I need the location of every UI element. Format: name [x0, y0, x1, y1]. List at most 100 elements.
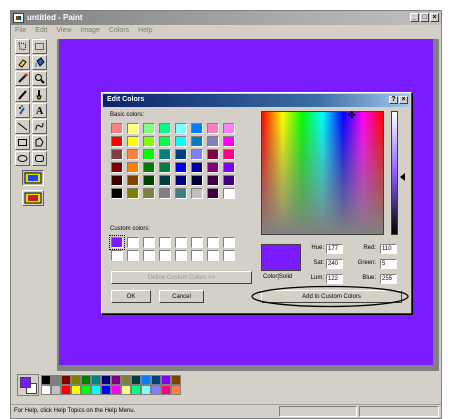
- luminosity-bar[interactable]: [391, 111, 398, 235]
- basic-color-swatch-45[interactable]: [191, 188, 203, 199]
- line-tool[interactable]: [15, 119, 30, 134]
- palette-color-9[interactable]: [131, 375, 141, 385]
- hue-field[interactable]: 177: [326, 244, 343, 254]
- basic-color-swatch-6[interactable]: [207, 123, 219, 134]
- minimize-button[interactable]: _: [410, 13, 419, 22]
- sat-field[interactable]: 240: [326, 259, 343, 269]
- palette-color-24[interactable]: [141, 385, 151, 395]
- palette-color-21[interactable]: [111, 385, 121, 395]
- palette-color-17[interactable]: [71, 385, 81, 395]
- basic-color-swatch-2[interactable]: [143, 123, 155, 134]
- basic-color-swatch-0[interactable]: [111, 123, 123, 134]
- palette-color-12[interactable]: [161, 375, 171, 385]
- custom-color-swatch-13[interactable]: [191, 250, 203, 261]
- palette-color-20[interactable]: [101, 385, 111, 395]
- basic-color-swatch-12[interactable]: [175, 136, 187, 147]
- basic-color-swatch-28[interactable]: [175, 162, 187, 173]
- palette-color-13[interactable]: [171, 375, 181, 385]
- palette-color-5[interactable]: [91, 375, 101, 385]
- palette-color-23[interactable]: [131, 385, 141, 395]
- palette-color-7[interactable]: [111, 375, 121, 385]
- palette-color-16[interactable]: [61, 385, 71, 395]
- custom-color-swatch-5[interactable]: [191, 237, 203, 248]
- basic-color-swatch-44[interactable]: [175, 188, 187, 199]
- curve-tool[interactable]: [32, 119, 47, 134]
- basic-color-swatch-29[interactable]: [191, 162, 203, 173]
- menu-image[interactable]: Image: [76, 26, 104, 38]
- custom-color-swatch-9[interactable]: [127, 250, 139, 261]
- palette-color-18[interactable]: [81, 385, 91, 395]
- text-tool[interactable]: A: [32, 103, 47, 118]
- lum-field[interactable]: 122: [326, 274, 343, 284]
- basic-color-swatch-31[interactable]: [223, 162, 235, 173]
- custom-color-swatch-12[interactable]: [175, 250, 187, 261]
- menu-file[interactable]: File: [11, 26, 31, 38]
- custom-color-swatch-0[interactable]: [109, 235, 125, 250]
- palette-color-15[interactable]: [51, 385, 61, 395]
- basic-color-swatch-11[interactable]: [159, 136, 171, 147]
- menu-edit[interactable]: Edit: [31, 26, 52, 38]
- basic-color-swatch-47[interactable]: [223, 188, 235, 199]
- blue-field[interactable]: 255: [380, 274, 397, 284]
- color-spectrum[interactable]: [261, 111, 384, 235]
- rounded-rectangle-tool[interactable]: [32, 151, 47, 166]
- basic-color-swatch-10[interactable]: [143, 136, 155, 147]
- pencil-tool[interactable]: [15, 87, 30, 102]
- palette-color-6[interactable]: [101, 375, 111, 385]
- custom-color-swatch-2[interactable]: [143, 237, 155, 248]
- basic-color-swatch-20[interactable]: [175, 149, 187, 160]
- fill-tool[interactable]: [32, 55, 47, 70]
- basic-color-swatch-3[interactable]: [159, 123, 171, 134]
- basic-color-swatch-14[interactable]: [207, 136, 219, 147]
- custom-color-swatch-3[interactable]: [159, 237, 171, 248]
- green-field[interactable]: 5: [380, 259, 397, 269]
- fill-style-option-2[interactable]: [22, 190, 44, 206]
- maximize-button[interactable]: □: [420, 13, 429, 22]
- basic-color-swatch-4[interactable]: [175, 123, 187, 134]
- eraser-tool[interactable]: [15, 55, 30, 70]
- fill-style-option-1[interactable]: [22, 170, 44, 186]
- basic-color-swatch-16[interactable]: [111, 149, 123, 160]
- free-form-select-tool[interactable]: [15, 39, 30, 54]
- palette-color-11[interactable]: [151, 375, 161, 385]
- palette-color-19[interactable]: [91, 385, 101, 395]
- menu-help[interactable]: Help: [134, 26, 157, 38]
- custom-color-swatch-10[interactable]: [143, 250, 155, 261]
- basic-color-swatch-35[interactable]: [159, 175, 171, 186]
- menu-view[interactable]: View: [52, 26, 76, 38]
- basic-color-swatch-18[interactable]: [143, 149, 155, 160]
- basic-color-swatch-32[interactable]: [111, 175, 123, 186]
- palette-color-0[interactable]: [41, 375, 51, 385]
- basic-color-swatch-8[interactable]: [111, 136, 123, 147]
- basic-color-swatch-27[interactable]: [159, 162, 171, 173]
- rect-select-tool[interactable]: [32, 39, 47, 54]
- polygon-tool[interactable]: [32, 135, 47, 150]
- basic-color-swatch-21[interactable]: [191, 149, 203, 160]
- basic-color-swatch-22[interactable]: [207, 149, 219, 160]
- basic-color-swatch-9[interactable]: [127, 136, 139, 147]
- basic-color-swatch-26[interactable]: [143, 162, 155, 173]
- menu-colors[interactable]: Colors: [105, 26, 134, 38]
- ok-button[interactable]: OK: [111, 290, 151, 303]
- airbrush-tool[interactable]: [15, 103, 30, 118]
- basic-color-swatch-1[interactable]: [127, 123, 139, 134]
- basic-color-swatch-42[interactable]: [143, 188, 155, 199]
- dialog-title-bar[interactable]: Edit Colors ? ×: [103, 94, 410, 107]
- basic-color-swatch-43[interactable]: [159, 188, 171, 199]
- basic-color-swatch-24[interactable]: [111, 162, 123, 173]
- basic-color-swatch-34[interactable]: [143, 175, 155, 186]
- palette-color-25[interactable]: [151, 385, 161, 395]
- basic-color-swatch-39[interactable]: [223, 175, 235, 186]
- spectrum-crosshair-icon[interactable]: ✣: [348, 110, 356, 121]
- palette-color-2[interactable]: [61, 375, 71, 385]
- basic-color-swatch-30[interactable]: [207, 162, 219, 173]
- basic-color-swatch-19[interactable]: [159, 149, 171, 160]
- palette-color-4[interactable]: [81, 375, 91, 385]
- basic-color-swatch-5[interactable]: [191, 123, 203, 134]
- basic-color-swatch-25[interactable]: [127, 162, 139, 173]
- custom-color-swatch-15[interactable]: [223, 250, 235, 261]
- palette-color-8[interactable]: [121, 375, 131, 385]
- ellipse-tool[interactable]: [15, 151, 30, 166]
- basic-color-swatch-33[interactable]: [127, 175, 139, 186]
- help-button[interactable]: ?: [389, 96, 398, 104]
